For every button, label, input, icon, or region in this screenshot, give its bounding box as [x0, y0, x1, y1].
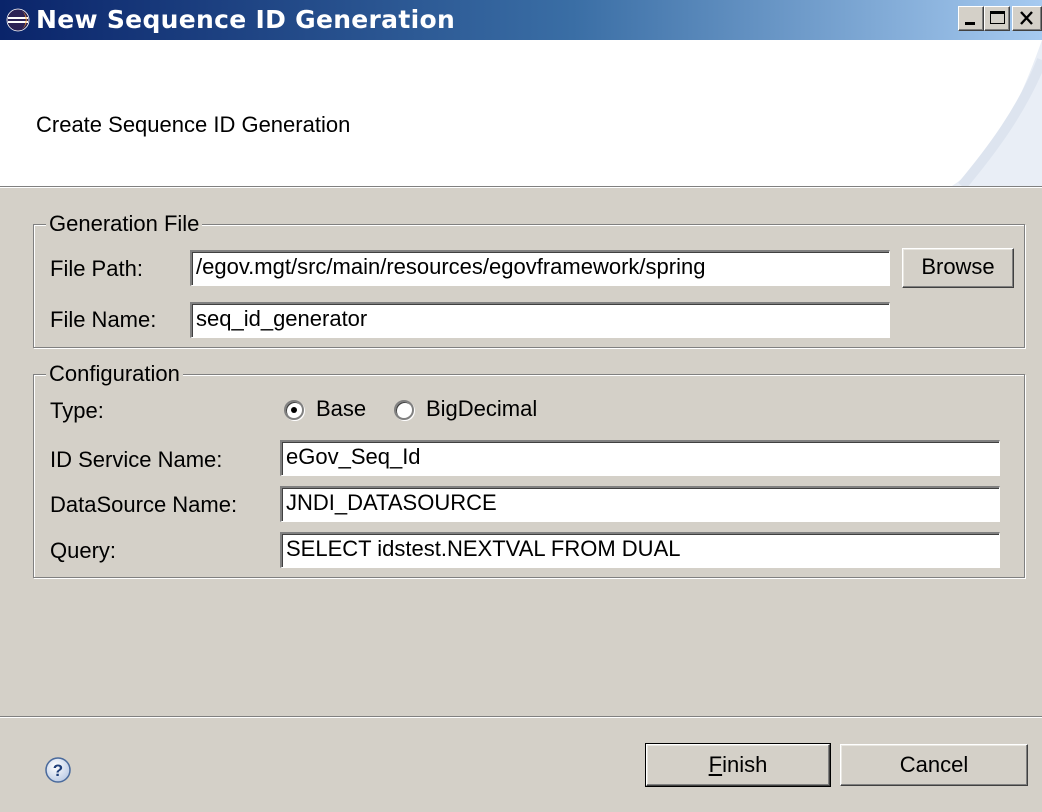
configuration-legend: Configuration — [46, 361, 183, 387]
maximize-icon — [990, 11, 1005, 24]
dialog-window: New Sequence ID Generation Create Sequen… — [0, 0, 1042, 812]
close-icon — [1020, 11, 1033, 25]
banner-separator — [0, 187, 1042, 188]
type-radio-bigdecimal-label[interactable]: BigDecimal — [426, 396, 537, 422]
type-radio-bigdecimal[interactable] — [394, 400, 414, 420]
help-icon[interactable]: ? — [44, 756, 72, 784]
banner-title: Create Sequence ID Generation — [36, 112, 351, 137]
close-button[interactable] — [1012, 6, 1042, 31]
svg-text:?: ? — [53, 761, 63, 780]
finish-button[interactable]: Finish — [645, 743, 831, 787]
footer-separator-highlight — [0, 717, 1042, 718]
query-label: Query: — [50, 538, 117, 563]
type-radio-base[interactable] — [284, 400, 304, 420]
minimize-button[interactable] — [958, 6, 984, 31]
generation-file-legend: Generation File — [46, 211, 203, 237]
file-path-label: File Path: — [50, 256, 143, 281]
file-path-field[interactable]: /egov.mgt/src/main/resources/egovframewo… — [190, 250, 890, 286]
finish-label-rest: inish — [722, 752, 768, 777]
query-field[interactable]: SELECT idstest.NEXTVAL FROM DUAL — [280, 532, 1000, 568]
datasource-name-field[interactable]: JNDI_DATASOURCE — [280, 486, 1000, 522]
title-bar[interactable]: New Sequence ID Generation — [0, 0, 1042, 40]
eclipse-icon[interactable] — [6, 8, 30, 32]
id-service-name-field[interactable]: eGov_Seq_Id — [280, 440, 1000, 476]
banner-swoosh-graphic — [952, 40, 1042, 186]
maximize-button[interactable] — [984, 6, 1010, 31]
finish-mnemonic: F — [708, 752, 723, 777]
window-title: New Sequence ID Generation — [36, 5, 456, 34]
datasource-name-label: DataSource Name: — [50, 492, 238, 517]
finish-label: Finish — [709, 752, 768, 777]
type-label: Type: — [50, 398, 104, 423]
browse-button[interactable]: Browse — [902, 248, 1014, 288]
type-radio-base-label[interactable]: Base — [316, 396, 366, 422]
wizard-banner: Create Sequence ID Generation — [0, 40, 1042, 187]
file-name-label: File Name: — [50, 307, 157, 332]
minimize-icon — [965, 22, 975, 25]
radio-selected-dot — [291, 407, 297, 413]
id-service-name-label: ID Service Name: — [50, 447, 223, 472]
cancel-button[interactable]: Cancel — [840, 744, 1028, 786]
file-name-field[interactable]: seq_id_generator — [190, 302, 890, 338]
